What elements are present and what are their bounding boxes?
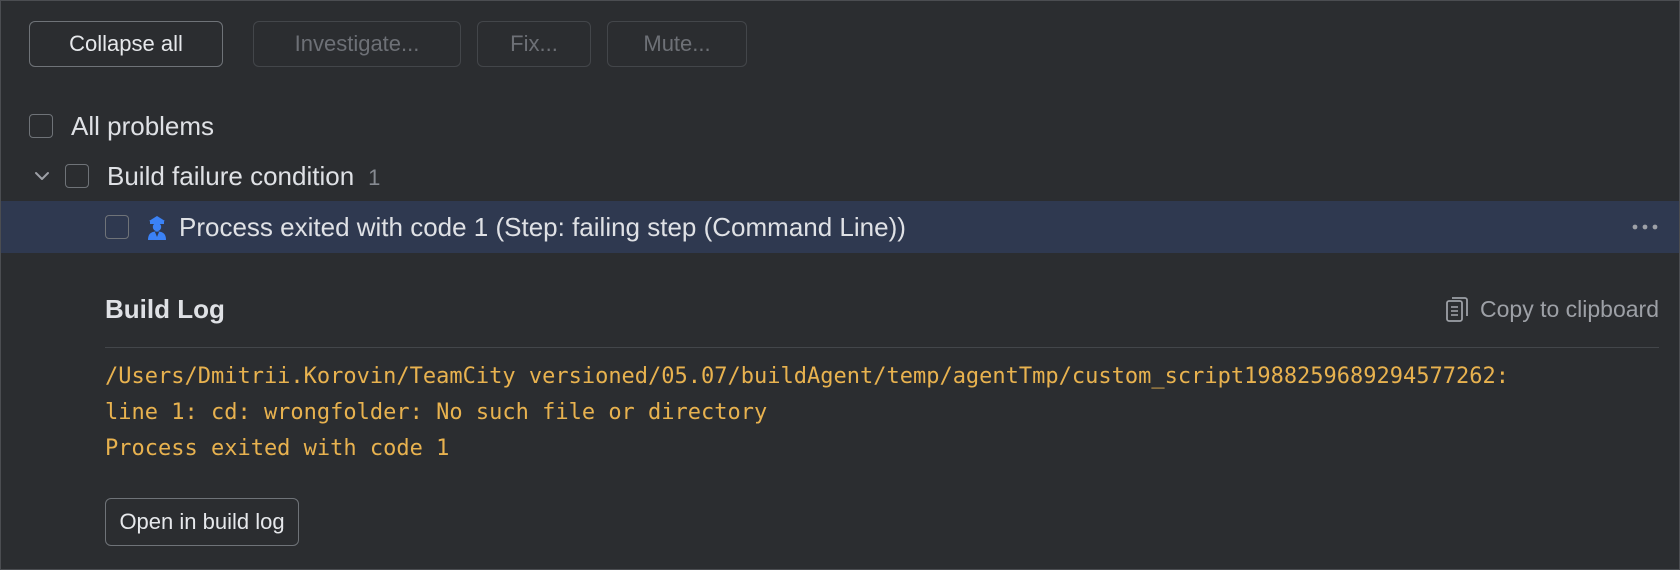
all-problems-row[interactable]: All problems — [1, 106, 1679, 146]
more-options-icon[interactable] — [1631, 215, 1659, 239]
all-problems-checkbox[interactable] — [29, 114, 53, 138]
copy-to-clipboard-link[interactable]: Copy to clipboard — [1444, 295, 1659, 323]
investigate-button[interactable]: Investigate... — [253, 21, 461, 67]
toolbar: Collapse all Investigate... Fix... Mute.… — [29, 21, 747, 69]
build-log-title: Build Log — [105, 293, 225, 324]
chevron-down-icon[interactable] — [31, 165, 53, 187]
log-line: /Users/Dmitrii.Korovin/TeamCity versione… — [105, 364, 1509, 389]
fix-button[interactable]: Fix... — [477, 21, 591, 67]
group-count-badge: 1 — [368, 165, 381, 190]
open-in-build-log-button[interactable]: Open in build log — [105, 498, 299, 546]
group-label: Build failure condition — [107, 160, 355, 191]
problem-row[interactable]: Process exited with code 1 (Step: failin… — [1, 201, 1679, 253]
build-log-header: Build Log Copy to clipboard — [105, 289, 1659, 329]
copy-to-clipboard-label: Copy to clipboard — [1480, 295, 1659, 322]
collapse-all-button[interactable]: Collapse all — [29, 21, 223, 67]
group-row-build-failure-condition[interactable]: Build failure condition 1 — [1, 156, 1679, 196]
clipboard-icon — [1444, 295, 1470, 323]
group-checkbox[interactable] — [65, 164, 89, 188]
mute-button[interactable]: Mute... — [607, 21, 747, 67]
log-line: Process exited with code 1 — [105, 436, 450, 461]
log-line: line 1: cd: wrongfolder: No such file or… — [105, 400, 768, 425]
problem-label: Process exited with code 1 (Step: failin… — [179, 211, 906, 242]
investigator-icon — [143, 212, 171, 242]
problems-panel: Collapse all Investigate... Fix... Mute.… — [0, 0, 1680, 570]
build-log-text: /Users/Dmitrii.Korovin/TeamCity versione… — [105, 359, 1659, 467]
all-problems-label: All problems — [71, 110, 215, 141]
divider — [105, 347, 1659, 348]
problem-checkbox[interactable] — [105, 215, 129, 239]
